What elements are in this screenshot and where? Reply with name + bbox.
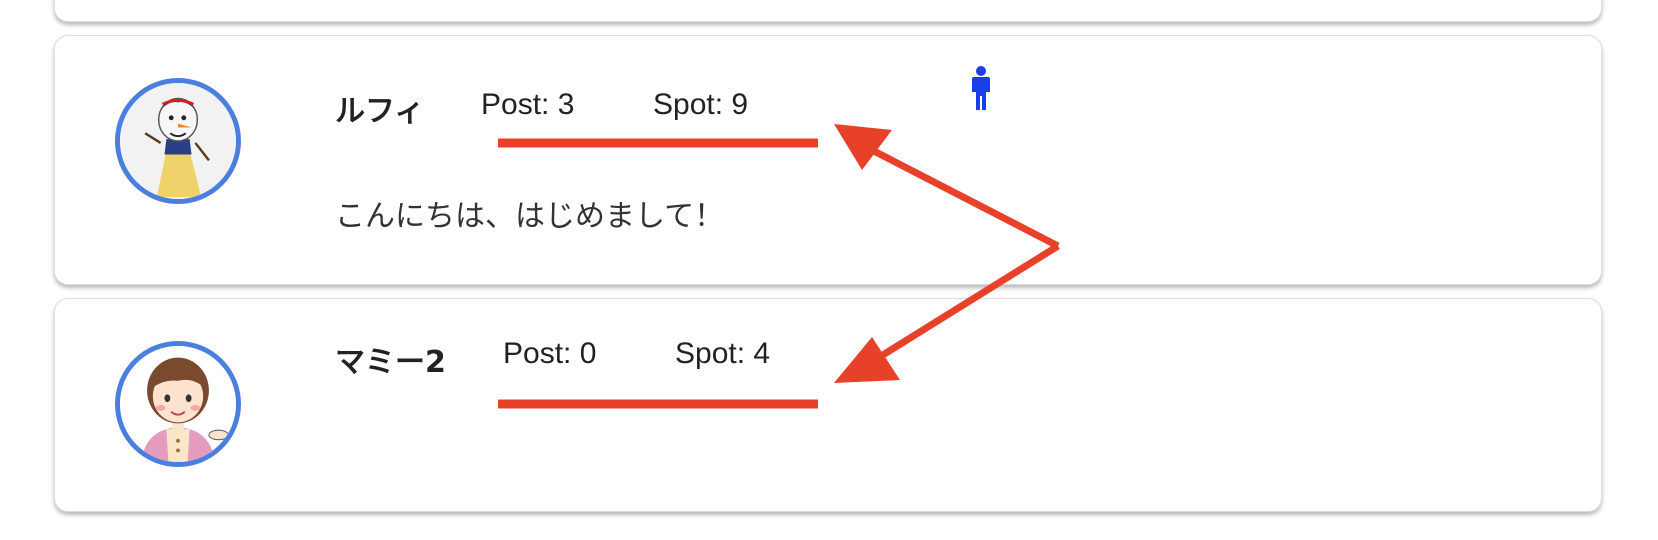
- user-name[interactable]: ルフィ: [335, 86, 424, 130]
- spot-count: Spot: 9: [653, 88, 749, 121]
- snowman-in-dress-avatar: [120, 83, 236, 199]
- user-avatar[interactable]: [115, 341, 241, 467]
- woman-cartoon-avatar: [120, 346, 236, 462]
- person-male-icon: [972, 66, 990, 110]
- user-card[interactable]: マミー2 Post: 0 Spot: 4: [54, 298, 1602, 512]
- post-count: Post: 0: [503, 337, 597, 370]
- spot-count: Spot: 4: [675, 337, 771, 370]
- user-bio: こんにちは、はじめまして！: [335, 199, 725, 234]
- user-name[interactable]: マミー2: [335, 337, 446, 381]
- user-card-partial: [54, 0, 1602, 22]
- user-card[interactable]: ルフィ Post: 3 Spot: 9 こんにちは、はじめまして！: [54, 35, 1602, 285]
- post-count: Post: 3: [481, 88, 575, 121]
- user-avatar[interactable]: [115, 78, 241, 204]
